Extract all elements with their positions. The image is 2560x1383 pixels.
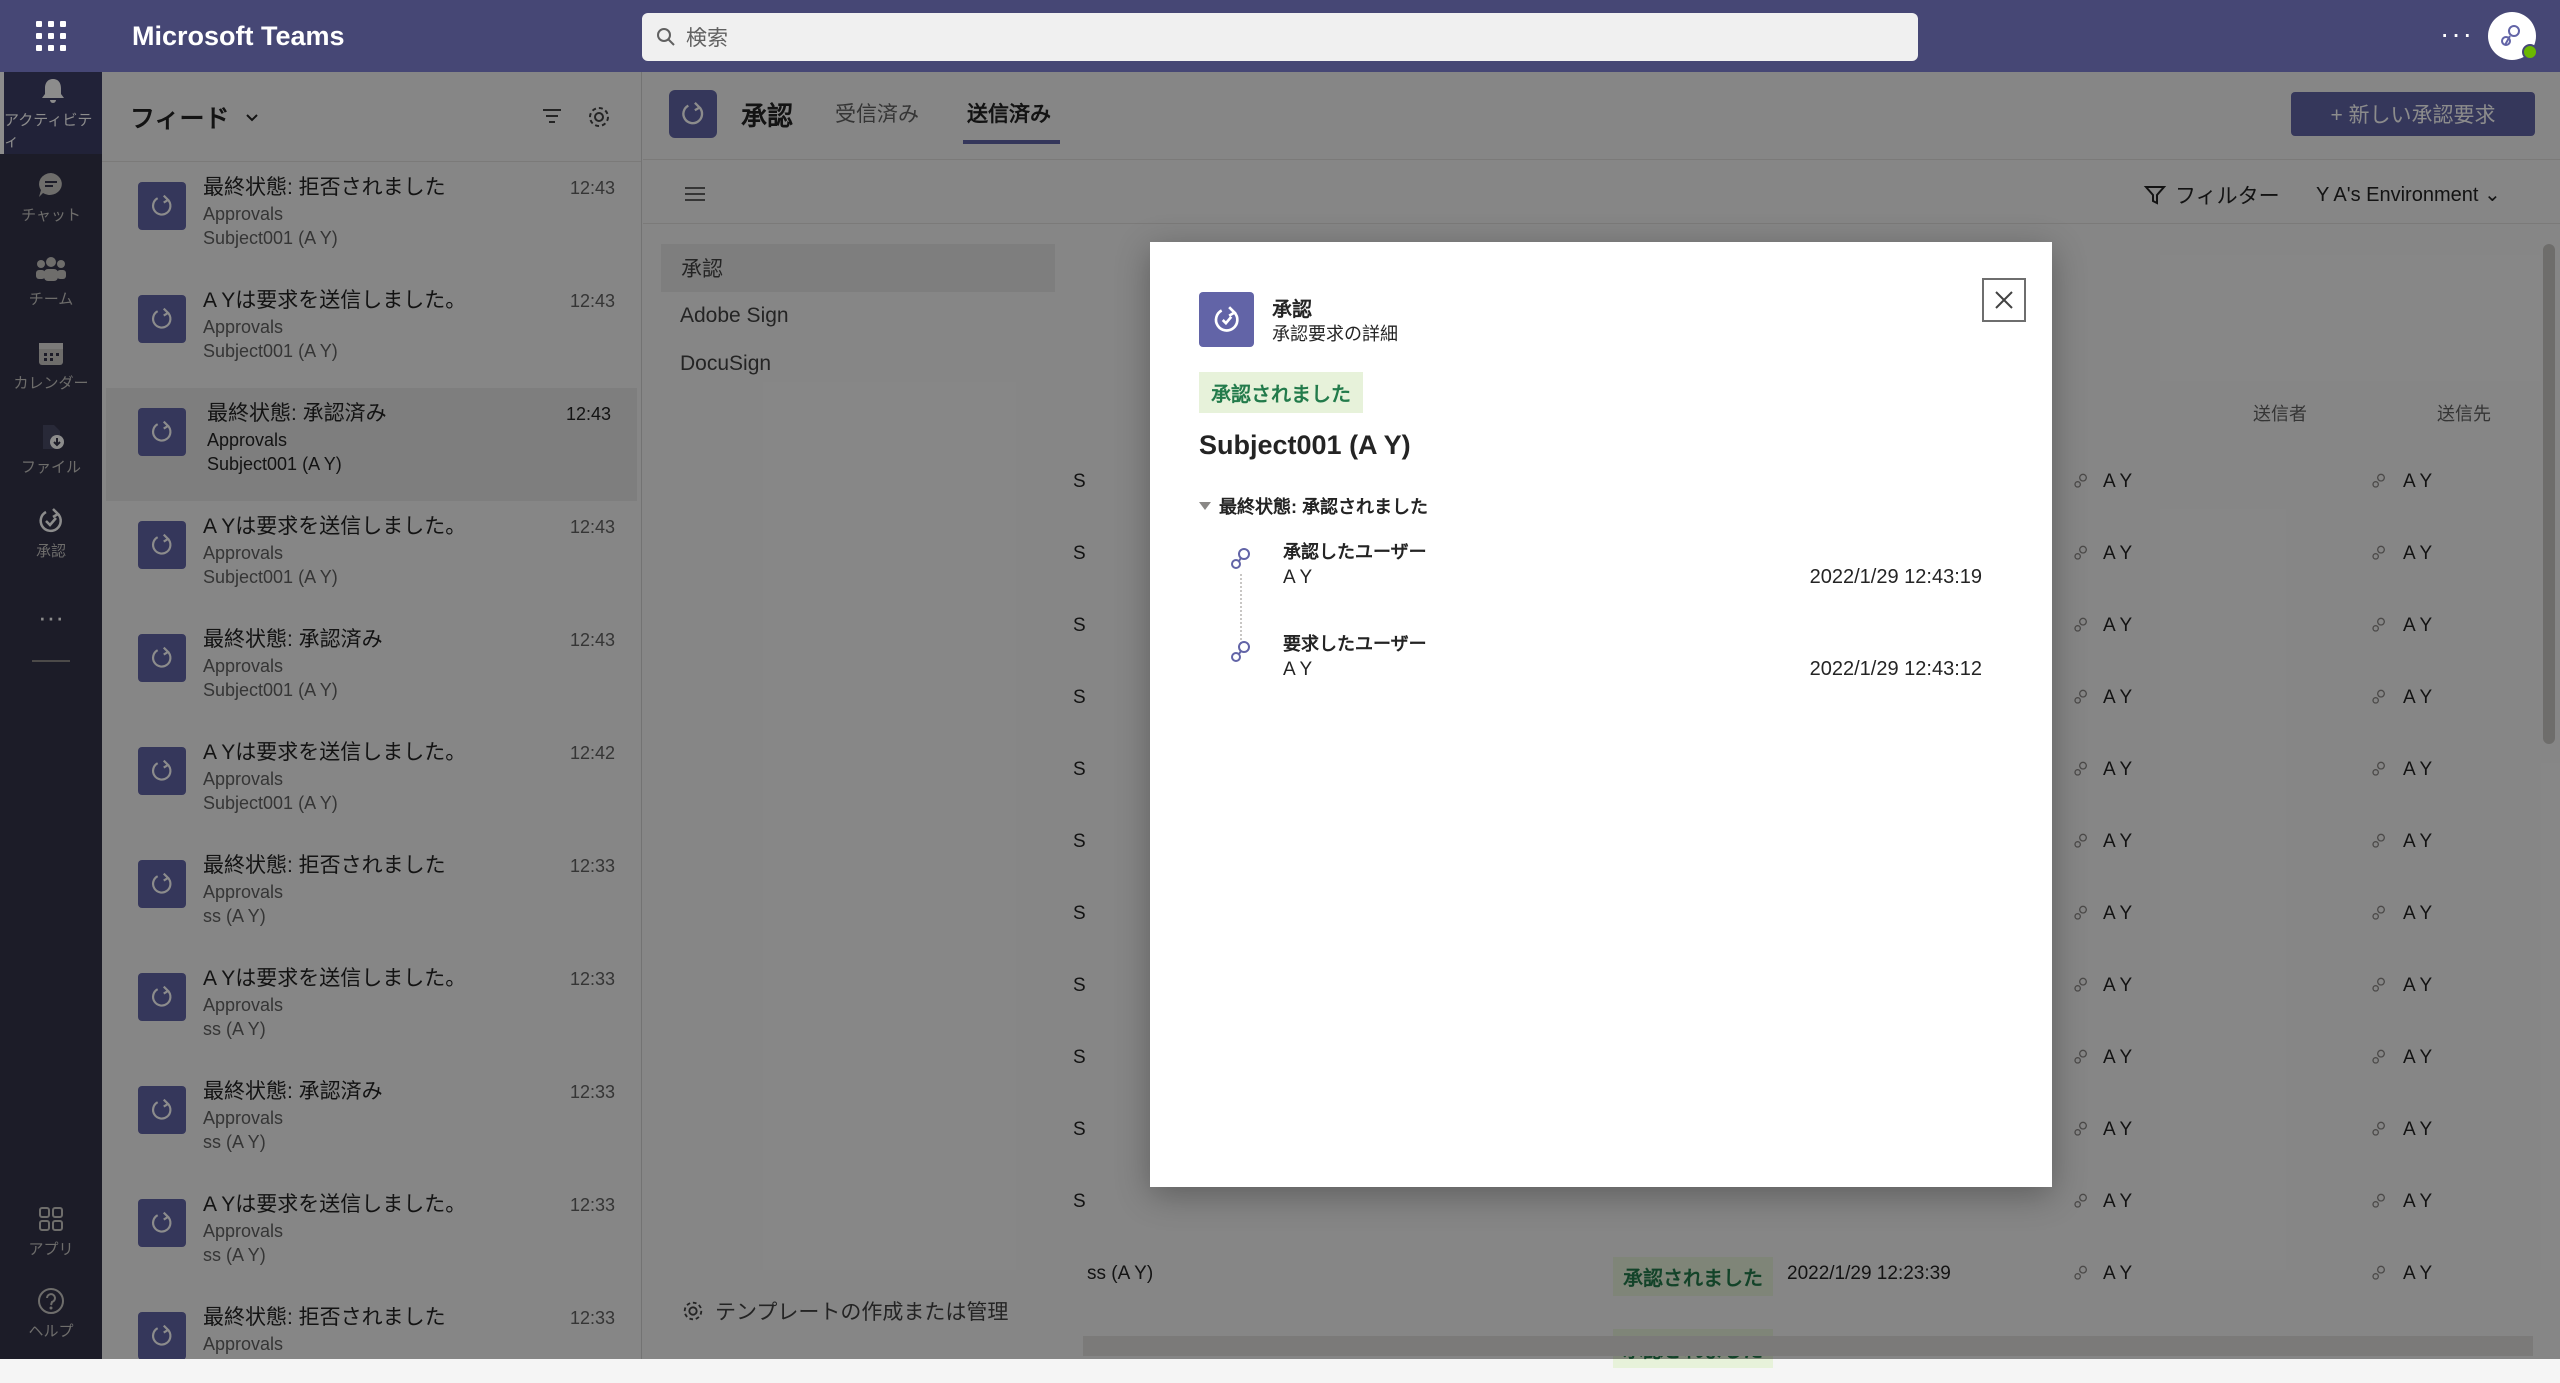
step-user-name: A Y xyxy=(1283,659,1313,680)
final-status-section-toggle[interactable]: 最終状態: 承認されました xyxy=(1199,493,1428,519)
approver-icon xyxy=(1231,548,1250,569)
status-badge: 承認されました xyxy=(1199,372,1363,413)
presence-available-icon xyxy=(2522,44,2538,60)
app-launcher-button[interactable] xyxy=(0,0,102,72)
search-placeholder: 検索 xyxy=(686,27,728,50)
request-subject: Subject001 (A Y) xyxy=(1199,430,1411,460)
close-icon xyxy=(1995,291,2013,309)
more-options-button[interactable]: ··· xyxy=(2440,18,2474,50)
approval-details-dialog: 承認 承認要求の詳細 承認されました Subject001 (A Y) 最終状態… xyxy=(1150,242,2052,1187)
dialog-app-subtitle: 承認要求の詳細 xyxy=(1272,324,1398,344)
close-button[interactable] xyxy=(1982,278,2026,322)
search-input[interactable]: 検索 xyxy=(642,13,1918,61)
app-title: Microsoft Teams xyxy=(132,20,345,51)
step-user-name: A Y xyxy=(1283,567,1313,588)
caret-down-icon xyxy=(1199,502,1211,510)
step-timestamp: 2022/1/29 12:43:19 xyxy=(1809,566,1982,588)
waffle-icon xyxy=(36,21,66,51)
profile-avatar[interactable] xyxy=(2488,12,2538,60)
requester-icon xyxy=(1231,641,1250,662)
step-label: 承認したユーザー xyxy=(1283,542,1427,562)
timeline-connector xyxy=(1240,574,1242,644)
step-label: 要求したユーザー xyxy=(1283,634,1427,654)
section-title: 最終状態: 承認されました xyxy=(1219,497,1428,517)
step-timestamp: 2022/1/29 12:43:12 xyxy=(1809,658,1982,680)
approvals-app-icon xyxy=(1199,292,1254,347)
search-icon xyxy=(657,28,675,46)
dialog-app-name: 承認 xyxy=(1272,299,1312,321)
